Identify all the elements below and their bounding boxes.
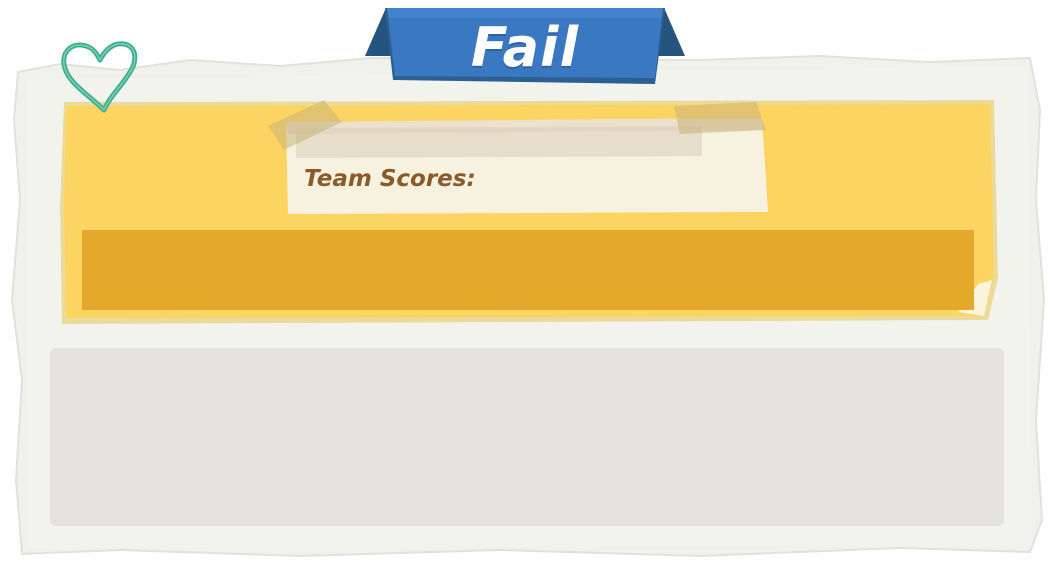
- tape-left: [268, 100, 342, 150]
- team-scores-bar: [82, 230, 974, 310]
- fail-screen: Team Scores: Fail: [0, 0, 1055, 565]
- heart-outline-icon: [61, 41, 138, 113]
- fail-banner: Fail: [365, 6, 685, 86]
- fail-title: Fail: [470, 16, 580, 79]
- results-panel: [50, 348, 1004, 526]
- tape-right: [674, 102, 766, 134]
- team-scores-label: Team Scores:: [304, 166, 476, 192]
